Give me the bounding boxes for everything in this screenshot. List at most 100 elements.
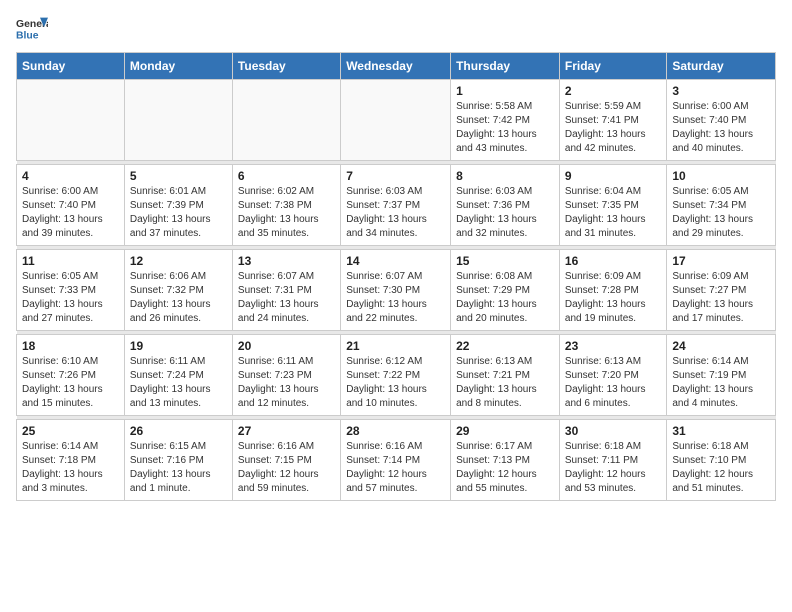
calendar-cell: 5Sunrise: 6:01 AM Sunset: 7:39 PM Daylig… [124,165,232,246]
day-number: 10 [672,169,770,183]
weekday-header-friday: Friday [559,53,666,80]
day-info: Sunrise: 6:02 AM Sunset: 7:38 PM Dayligh… [238,185,335,241]
day-info: Sunrise: 6:18 AM Sunset: 7:11 PM Dayligh… [565,440,661,496]
day-number: 20 [238,339,335,353]
calendar-cell: 20 Sunrise: 6:11 AM Sunset: 7:23 PM Dayli… [232,335,340,416]
day-number: 27 [238,424,335,438]
calendar-cell [232,80,340,161]
day-info: Sunrise: 6:09 AM Sunset: 7:27 PM Dayligh… [672,270,770,326]
day-info: Sunrise: 6:08 AM Sunset: 7:29 PM Dayligh… [456,270,554,326]
day-number: 16 [565,254,661,268]
calendar-cell: 16 Sunrise: 6:09 AM Sunset: 7:28 PM Dayli… [559,250,666,331]
calendar-cell: 10Sunrise: 6:05 AM Sunset: 7:34 PM Dayli… [667,165,776,246]
day-info: Sunrise: 6:16 AM Sunset: 7:14 PM Dayligh… [346,440,445,496]
calendar-header-row: SundayMondayTuesdayWednesdayThursdayFrid… [17,53,776,80]
day-info: Sunrise: 6:18 AM Sunset: 7:10 PM Dayligh… [672,440,770,496]
day-info: Sunrise: 6:14 AM Sunset: 7:18 PM Dayligh… [22,440,119,496]
day-number: 17 [672,254,770,268]
day-info: Sunrise: 6:09 AM Sunset: 7:28 PM Dayligh… [565,270,661,326]
calendar-week-row: 4 Sunrise: 6:00 AM Sunset: 7:40 PM Daylig… [17,165,776,246]
day-info: Sunrise: 6:00 AM Sunset: 7:40 PM Dayligh… [672,100,770,156]
day-number: 23 [565,339,661,353]
day-number: 24 [672,339,770,353]
calendar-cell: 28 Sunrise: 6:16 AM Sunset: 7:14 PM Dayli… [341,420,451,501]
calendar-week-row: 11 Sunrise: 6:05 AM Sunset: 7:33 PM Dayli… [17,250,776,331]
calendar-cell: 17 Sunrise: 6:09 AM Sunset: 7:27 PM Dayli… [667,250,776,331]
day-info: Sunrise: 6:14 AM Sunset: 7:19 PM Dayligh… [672,355,770,411]
day-info: Sunrise: 6:11 AM Sunset: 7:23 PM Dayligh… [238,355,335,411]
calendar-cell: 13 Sunrise: 6:07 AM Sunset: 7:31 PM Dayli… [232,250,340,331]
day-info: Sunrise: 6:03 AM Sunset: 7:37 PM Dayligh… [346,185,445,241]
calendar-cell: 4 Sunrise: 6:00 AM Sunset: 7:40 PM Daylig… [17,165,125,246]
weekday-header-monday: Monday [124,53,232,80]
calendar-cell: 14 Sunrise: 6:07 AM Sunset: 7:30 PM Dayli… [341,250,451,331]
day-info: Sunrise: 6:11 AM Sunset: 7:24 PM Dayligh… [130,355,227,411]
weekday-header-saturday: Saturday [667,53,776,80]
calendar-cell: 15 Sunrise: 6:08 AM Sunset: 7:29 PM Dayli… [451,250,560,331]
calendar-cell: 3 Sunrise: 6:00 AM Sunset: 7:40 PM Daylig… [667,80,776,161]
calendar-cell: 18Sunrise: 6:10 AM Sunset: 7:26 PM Dayli… [17,335,125,416]
day-number: 26 [130,424,227,438]
calendar: SundayMondayTuesdayWednesdayThursdayFrid… [16,52,776,501]
day-info: Sunrise: 6:00 AM Sunset: 7:40 PM Dayligh… [22,185,119,241]
calendar-week-row: 1 Sunrise: 5:58 AM Sunset: 7:42 PM Daylig… [17,80,776,161]
day-number: 3 [672,84,770,98]
calendar-cell: 25 Sunrise: 6:14 AM Sunset: 7:18 PM Dayli… [17,420,125,501]
weekday-header-sunday: Sunday [17,53,125,80]
calendar-cell: 8Sunrise: 6:03 AM Sunset: 7:36 PM Daylig… [451,165,560,246]
day-info: Sunrise: 6:07 AM Sunset: 7:31 PM Dayligh… [238,270,335,326]
day-number: 25 [22,424,119,438]
calendar-cell: 7Sunrise: 6:03 AM Sunset: 7:37 PM Daylig… [341,165,451,246]
calendar-cell: 1 Sunrise: 5:58 AM Sunset: 7:42 PM Daylig… [451,80,560,161]
header: General Blue [16,16,776,44]
calendar-cell [124,80,232,161]
day-number: 4 [22,169,119,183]
calendar-cell: 27 Sunrise: 6:16 AM Sunset: 7:15 PM Dayli… [232,420,340,501]
day-number: 29 [456,424,554,438]
day-number: 15 [456,254,554,268]
day-number: 30 [565,424,661,438]
weekday-header-thursday: Thursday [451,53,560,80]
weekday-header-wednesday: Wednesday [341,53,451,80]
day-info: Sunrise: 6:13 AM Sunset: 7:20 PM Dayligh… [565,355,661,411]
day-number: 19 [130,339,227,353]
day-info: Sunrise: 6:12 AM Sunset: 7:22 PM Dayligh… [346,355,445,411]
day-number: 28 [346,424,445,438]
day-info: Sunrise: 6:16 AM Sunset: 7:15 PM Dayligh… [238,440,335,496]
day-number: 21 [346,339,445,353]
calendar-cell: 26 Sunrise: 6:15 AM Sunset: 7:16 PM Dayli… [124,420,232,501]
day-number: 13 [238,254,335,268]
calendar-cell: 9Sunrise: 6:04 AM Sunset: 7:35 PM Daylig… [559,165,666,246]
calendar-week-row: 18Sunrise: 6:10 AM Sunset: 7:26 PM Dayli… [17,335,776,416]
day-number: 1 [456,84,554,98]
svg-text:Blue: Blue [16,30,39,41]
calendar-cell: 2Sunrise: 5:59 AM Sunset: 7:41 PM Daylig… [559,80,666,161]
calendar-cell: 19 Sunrise: 6:11 AM Sunset: 7:24 PM Dayli… [124,335,232,416]
day-info: Sunrise: 6:05 AM Sunset: 7:33 PM Dayligh… [22,270,119,326]
day-info: Sunrise: 5:58 AM Sunset: 7:42 PM Dayligh… [456,100,554,156]
weekday-header-tuesday: Tuesday [232,53,340,80]
day-number: 14 [346,254,445,268]
day-number: 31 [672,424,770,438]
calendar-cell: 6 Sunrise: 6:02 AM Sunset: 7:38 PM Daylig… [232,165,340,246]
calendar-week-row: 25 Sunrise: 6:14 AM Sunset: 7:18 PM Dayli… [17,420,776,501]
day-info: Sunrise: 6:01 AM Sunset: 7:39 PM Dayligh… [130,185,227,241]
day-number: 11 [22,254,119,268]
day-info: Sunrise: 6:15 AM Sunset: 7:16 PM Dayligh… [130,440,227,496]
day-number: 2 [565,84,661,98]
calendar-cell [17,80,125,161]
calendar-cell: 12Sunrise: 6:06 AM Sunset: 7:32 PM Dayli… [124,250,232,331]
day-info: Sunrise: 6:07 AM Sunset: 7:30 PM Dayligh… [346,270,445,326]
calendar-cell [341,80,451,161]
calendar-cell: 24 Sunrise: 6:14 AM Sunset: 7:19 PM Dayli… [667,335,776,416]
day-number: 12 [130,254,227,268]
calendar-cell: 30 Sunrise: 6:18 AM Sunset: 7:11 PM Dayli… [559,420,666,501]
day-info: Sunrise: 6:17 AM Sunset: 7:13 PM Dayligh… [456,440,554,496]
calendar-cell: 21 Sunrise: 6:12 AM Sunset: 7:22 PM Dayli… [341,335,451,416]
day-info: Sunrise: 6:13 AM Sunset: 7:21 PM Dayligh… [456,355,554,411]
logo-icon: General Blue [16,16,48,44]
day-number: 6 [238,169,335,183]
day-number: 8 [456,169,554,183]
calendar-cell: 11 Sunrise: 6:05 AM Sunset: 7:33 PM Dayli… [17,250,125,331]
day-info: Sunrise: 6:10 AM Sunset: 7:26 PM Dayligh… [22,355,119,411]
